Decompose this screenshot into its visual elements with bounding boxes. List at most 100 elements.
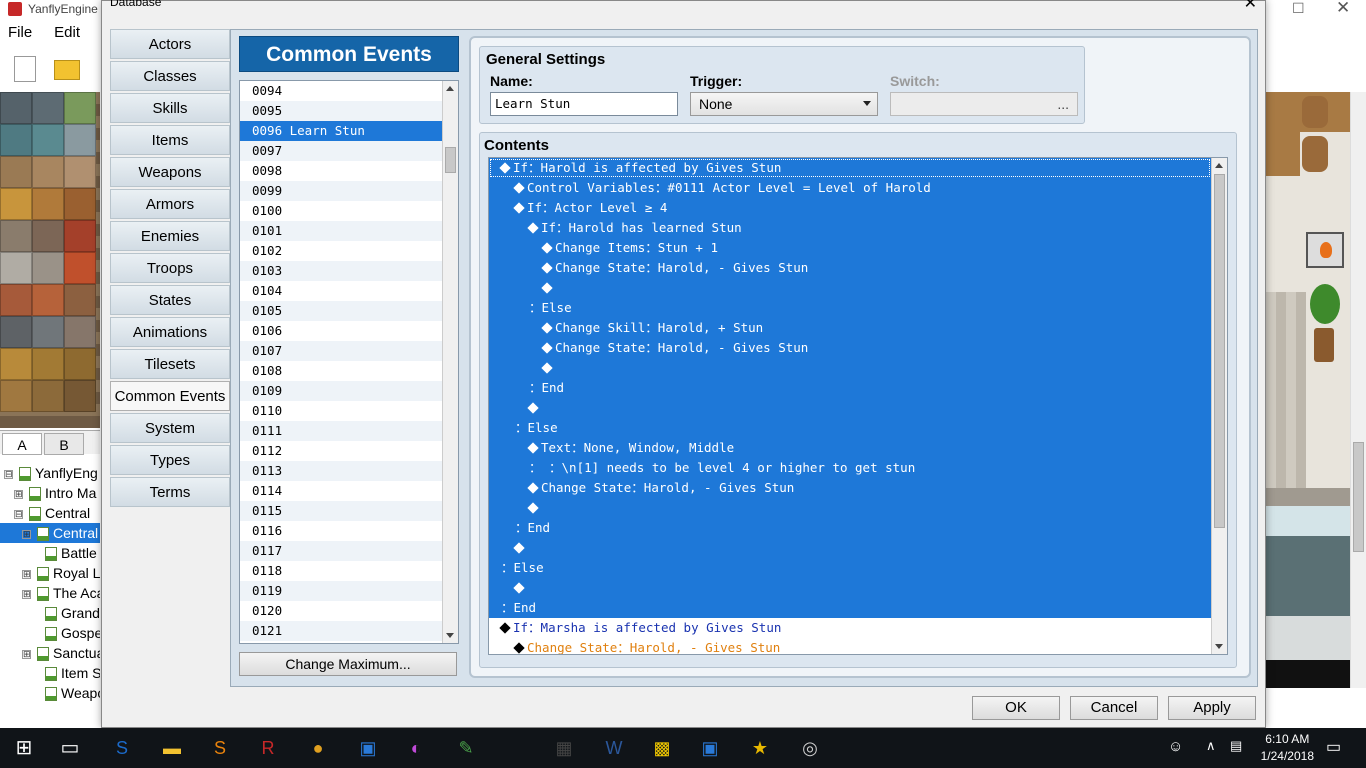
command-row[interactable] [489, 278, 1211, 298]
event-row[interactable]: 0095 [240, 101, 443, 121]
event-row[interactable]: 0112 [240, 441, 443, 461]
event-row[interactable]: 0101 [240, 221, 443, 241]
windows-start-icon[interactable]: ⊞ [12, 736, 36, 760]
event-row[interactable]: 0100 [240, 201, 443, 221]
event-row[interactable]: 0094 [240, 81, 443, 101]
command-row[interactable]: Change State：Harold, - Gives Stun [489, 638, 1211, 654]
chevron-up-icon[interactable]: ∧ [1206, 738, 1216, 754]
map-tree-item[interactable]: ⊞ Sanctua [22, 643, 100, 663]
apply-button[interactable]: Apply [1168, 696, 1256, 720]
open-folder-icon[interactable] [54, 60, 80, 80]
category-troops[interactable]: Troops [110, 253, 230, 283]
app-icon[interactable]: ▣ [698, 736, 722, 760]
star-icon[interactable]: ★ [748, 736, 772, 760]
command-row[interactable]: Text：None, Window, Middle [489, 438, 1211, 458]
event-row[interactable]: 0096 Learn Stun [240, 121, 443, 141]
scroll-thumb[interactable] [1353, 442, 1364, 552]
map-tree-item[interactable]: ⊟ YanflyEng [4, 463, 98, 483]
category-system[interactable]: System [110, 413, 230, 443]
category-classes[interactable]: Classes [110, 61, 230, 91]
calc-icon[interactable]: ▦ [552, 736, 576, 760]
event-list[interactable]: 0094 0095 0096 Learn Stun 0097 0098 0099 0100 0… [239, 80, 459, 644]
event-row[interactable]: 0107 [240, 341, 443, 361]
task-view-icon[interactable]: ▭ [58, 736, 82, 760]
switch-select[interactable]: ... [890, 92, 1078, 116]
category-states[interactable]: States [110, 285, 230, 315]
event-row[interactable]: 0103 [240, 261, 443, 281]
obs-icon[interactable]: ◎ [798, 736, 822, 760]
map-tree-item[interactable]: Battle [30, 543, 97, 563]
map-scrollbar[interactable] [1350, 92, 1366, 688]
event-row[interactable]: 0117 [240, 541, 443, 561]
expander-icon[interactable]: ⊟ [14, 509, 23, 519]
event-row[interactable]: 0118 [240, 561, 443, 581]
tile-palette[interactable] [0, 92, 100, 428]
ok-button[interactable]: OK [972, 696, 1060, 720]
event-row[interactable]: 0121 [240, 621, 443, 641]
name-input[interactable]: Learn Stun [490, 92, 678, 116]
new-project-icon[interactable] [14, 56, 36, 82]
expander-icon[interactable]: ⊞ [14, 489, 23, 499]
people-icon[interactable]: ☺ [1168, 738, 1183, 755]
command-row[interactable]: If：Harold is affected by Gives Stun [489, 158, 1211, 178]
command-row[interactable]: ： ：\n[1] needs to be level 4 or higher t… [489, 458, 1211, 478]
command-row[interactable]: ：Else [489, 558, 1211, 578]
event-row[interactable]: 0109 [240, 381, 443, 401]
event-row[interactable]: 0098 [240, 161, 443, 181]
command-row[interactable]: Change State：Harold, - Gives Stun [489, 258, 1211, 278]
command-row[interactable]: Change State：Harold, - Gives Stun [489, 478, 1211, 498]
command-row[interactable] [489, 498, 1211, 518]
command-list[interactable]: If：Harold is affected by Gives Stun Contr… [488, 157, 1228, 655]
map-tree-item[interactable]: Weapon [30, 683, 100, 703]
event-row[interactable]: 0115 [240, 501, 443, 521]
rpgmaker-icon[interactable]: R [256, 736, 280, 760]
tiled-icon[interactable]: ▩ [650, 736, 674, 760]
chrome-icon[interactable]: ● [306, 736, 330, 760]
command-row[interactable] [489, 578, 1211, 598]
command-row[interactable]: ：End [489, 598, 1211, 618]
command-row[interactable]: ：Else [489, 298, 1211, 318]
tab-a[interactable]: A [2, 433, 42, 455]
map-tree-item[interactable]: ⊞ Royal L [22, 563, 100, 583]
network-icon[interactable]: ▤ [1230, 738, 1242, 754]
paint-icon[interactable]: ◐ [404, 736, 428, 760]
expander-icon[interactable]: ⊞ [22, 529, 31, 539]
category-types[interactable]: Types [110, 445, 230, 475]
event-row[interactable]: 0104 [240, 281, 443, 301]
cancel-button[interactable]: Cancel [1070, 696, 1158, 720]
steam-icon[interactable]: S [110, 736, 134, 760]
word-icon[interactable]: W [602, 736, 626, 760]
map-tree-item[interactable]: Grand C [30, 603, 100, 623]
expander-icon[interactable]: ⊞ [22, 589, 31, 599]
event-row[interactable]: 0113 [240, 461, 443, 481]
category-terms[interactable]: Terms [110, 477, 230, 507]
category-animations[interactable]: Animations [110, 317, 230, 347]
category-tilesets[interactable]: Tilesets [110, 349, 230, 379]
event-row[interactable]: 0099 [240, 181, 443, 201]
event-row[interactable]: 0111 [240, 421, 443, 441]
map-tree-item[interactable]: ⊞ The Aca [22, 583, 100, 603]
command-row[interactable]: Change Skill：Harold, + Stun [489, 318, 1211, 338]
command-row[interactable]: If：Actor Level ≥ 4 [489, 198, 1211, 218]
event-row[interactable]: 0116 [240, 521, 443, 541]
command-row[interactable] [489, 358, 1211, 378]
map-tree-item[interactable]: Gospel [30, 623, 100, 643]
file-explorer-icon[interactable]: ▬ [160, 736, 184, 760]
map-tree-item[interactable]: Item Sh [30, 663, 100, 683]
category-weapons[interactable]: Weapons [110, 157, 230, 187]
category-skills[interactable]: Skills [110, 93, 230, 123]
command-row[interactable]: Change Items：Stun + 1 [489, 238, 1211, 258]
event-row[interactable]: 0097 [240, 141, 443, 161]
command-row[interactable]: ：End [489, 378, 1211, 398]
event-row[interactable]: 0119 [240, 581, 443, 601]
command-row[interactable]: ：Else [489, 418, 1211, 438]
menu-edit[interactable]: Edit [54, 24, 80, 41]
app-icon[interactable]: ▣ [356, 736, 380, 760]
dialog-close-icon[interactable]: ✕ [1244, 0, 1257, 13]
event-row[interactable]: 0102 [240, 241, 443, 261]
category-items[interactable]: Items [110, 125, 230, 155]
notepad-icon[interactable]: ✎ [454, 736, 478, 760]
expander-icon[interactable]: ⊞ [22, 569, 31, 579]
category-actors[interactable]: Actors [110, 29, 230, 59]
event-list-scrollbar[interactable] [442, 81, 458, 643]
